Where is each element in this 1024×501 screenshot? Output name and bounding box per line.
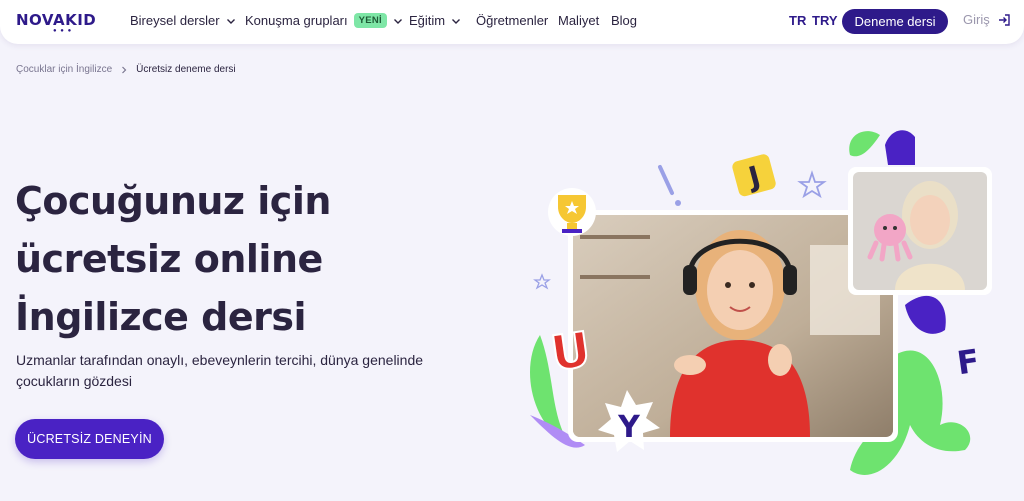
svg-text:U: U — [547, 322, 593, 383]
hero-subtitle: Uzmanlar tarafından onaylı, ebeveynlerin… — [16, 350, 436, 392]
logo-decoration-icon: ● ● ● — [53, 28, 73, 34]
title-line: ücretsiz online — [15, 237, 323, 281]
nav-blog[interactable]: Blog — [611, 13, 637, 28]
purple-shape — [905, 295, 946, 334]
nav-ogretmenler[interactable]: Öğretmenler — [476, 13, 548, 28]
page-title: Çocuğunuz için ücretsiz online İngilizce… — [15, 172, 445, 346]
letter-y: Y — [617, 410, 641, 445]
plush-toy — [874, 214, 906, 246]
subtitle-line: Uzmanlar tarafından onaylı, ebeveynlerin… — [16, 352, 424, 368]
chevron-down-icon — [226, 18, 235, 24]
girl-face — [707, 250, 773, 330]
star-outline-icon — [533, 273, 551, 290]
breadcrumb-current: Ücretsiz deneme dersi — [136, 64, 236, 75]
title-line: İngilizce dersi — [15, 295, 306, 339]
chevron-down-icon — [394, 18, 402, 24]
login-link[interactable]: Giriş — [963, 12, 1011, 27]
login-icon — [998, 13, 1010, 26]
nav-bireysel-dersler[interactable]: Bireysel dersler — [130, 13, 236, 28]
nav-label: Eğitim — [409, 13, 446, 28]
top-navigation: NOVAKID ● ● ● Bireysel dersler Konuşma g… — [0, 0, 1024, 44]
chevron-right-icon — [122, 66, 127, 73]
new-badge: YENİ — [353, 13, 387, 28]
nav-label: Bireysel dersler — [130, 13, 220, 28]
nav-label: Blog — [611, 13, 638, 28]
login-label: Giriş — [963, 12, 990, 27]
letter-f: F — [955, 342, 982, 383]
subtitle-line: çocukların gözdesi — [16, 373, 132, 389]
novakid-logo[interactable]: NOVAKID — [16, 11, 96, 29]
nav-konusma-gruplari[interactable]: Konuşma grupları YENİ — [245, 13, 403, 28]
free-trial-cta-button[interactable]: ÜCRETSİZ DENEYİN — [15, 419, 164, 459]
nav-label: Maliyet — [558, 13, 600, 28]
currency-selector[interactable]: TRY — [812, 13, 838, 28]
title-line: Çocuğunuz için — [15, 179, 331, 223]
green-leaf-shape — [849, 131, 880, 157]
language-selector[interactable]: TR — [789, 13, 806, 28]
star-outline-icon — [797, 170, 827, 199]
letter-j-sticker: J — [732, 154, 776, 197]
breadcrumb-parent-link[interactable]: Çocuklar için İngilizce — [16, 64, 112, 75]
nav-maliyet[interactable]: Maliyet — [558, 13, 599, 28]
trial-lesson-button[interactable]: Deneme dersi — [842, 9, 948, 34]
purple-shape — [885, 130, 915, 165]
hero-illustration: J U Y F — [530, 130, 992, 475]
nav-egitim[interactable]: Eğitim — [409, 13, 461, 28]
letter-u-sticker: U — [546, 321, 594, 384]
breadcrumb: Çocuklar için İngilizce Ücretsiz deneme … — [16, 64, 236, 75]
exclamation-icon — [658, 165, 674, 195]
nav-label: Konuşma grupları — [245, 13, 348, 28]
nav-label: Öğretmenler — [476, 13, 549, 28]
chevron-down-icon — [452, 18, 461, 24]
